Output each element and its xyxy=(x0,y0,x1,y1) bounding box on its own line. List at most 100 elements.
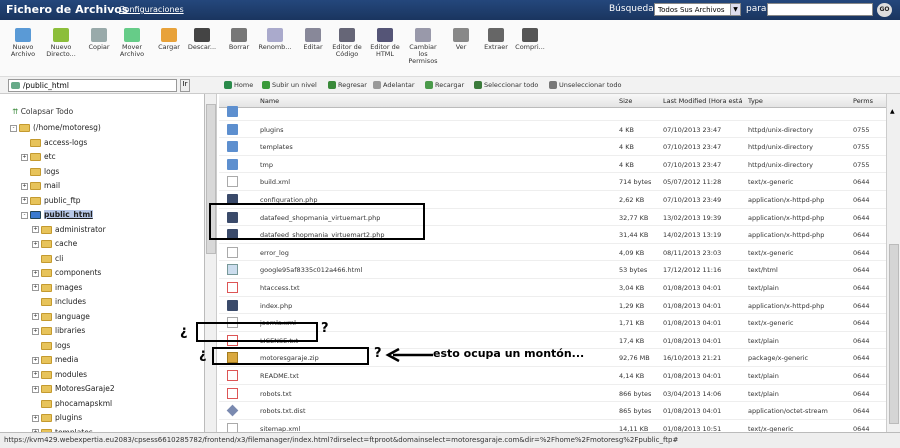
cell-name: robots.txt.dist xyxy=(260,407,306,416)
tree-item[interactable]: + administrator xyxy=(32,224,106,236)
tree-item[interactable]: includes xyxy=(32,296,86,308)
toolbar-button-delete[interactable]: Borrar xyxy=(220,28,258,51)
cell-size: 3,04 KB xyxy=(619,284,645,292)
toolbar-button-rename[interactable]: Renomb... xyxy=(256,28,294,51)
scroll-up-icon[interactable]: ▲ xyxy=(890,108,895,115)
expand-icon[interactable]: + xyxy=(32,284,39,291)
expand-icon[interactable]: + xyxy=(32,414,39,422)
tree-item[interactable]: + components xyxy=(32,267,101,279)
cell-perms: 0755 xyxy=(853,143,870,152)
table-row[interactable]: robots.txt.dist 865 bytes 01/08/2013 04:01… xyxy=(219,402,886,420)
cell-type: text/html xyxy=(748,266,778,275)
collapse-all-link[interactable]: ⇈ Colapsar Todo xyxy=(12,107,73,116)
table-row[interactable]: google95af8335c012a466.html 53 bytes 17/12… xyxy=(219,261,886,279)
cell-type: text/plain xyxy=(748,372,779,380)
expand-icon[interactable]: + xyxy=(32,313,39,320)
tree-item[interactable]: + public_ftp xyxy=(21,195,81,207)
toolbar-button-new-file[interactable]: Nuevo Archivo xyxy=(4,28,42,58)
tree-item[interactable]: phocamapskml xyxy=(32,398,112,410)
tree-item[interactable]: + language xyxy=(32,311,90,323)
table-row[interactable]: robots.txt 866 bytes 03/04/2013 14:06 text/… xyxy=(219,385,886,403)
table-row[interactable]: tmp 4 KB 07/10/2013 23:47 httpd/unix-direct… xyxy=(219,156,886,174)
cell-type: package/x-generic xyxy=(748,354,809,363)
path-go-button[interactable]: Ir xyxy=(180,79,190,92)
collapse-icon[interactable]: - xyxy=(21,211,28,219)
cell-perms: 0644 xyxy=(853,248,870,257)
tree-item[interactable]: + media xyxy=(32,354,78,366)
expand-icon[interactable]: + xyxy=(21,197,28,204)
expand-icon[interactable]: + xyxy=(32,269,39,277)
toolbar-button-compress[interactable]: Compri... xyxy=(511,28,549,51)
cell-modified: 07/10/2013 23:49 xyxy=(663,196,722,204)
table-row[interactable]: index.php 1,29 KB 01/08/2013 04:01 applicat… xyxy=(219,297,886,315)
folder-icon xyxy=(41,327,52,335)
table-row[interactable] xyxy=(219,103,886,121)
toolbar-button-edit[interactable]: Editar xyxy=(294,28,332,51)
config-link[interactable]: Configuraciones xyxy=(119,5,184,14)
tree-item[interactable]: cli xyxy=(32,253,63,265)
expand-icon[interactable]: + xyxy=(32,385,39,393)
cell-modified: 01/08/2013 04:01 xyxy=(663,284,722,292)
cell-type: application/x-httpd-php xyxy=(748,196,825,204)
file-scrollbar[interactable]: ▲ xyxy=(886,94,900,432)
toolbar-button-html-editor[interactable]: Editor de HTML xyxy=(366,28,404,58)
table-row[interactable]: templates 4 KB 07/10/2013 23:47 httpd/unix-… xyxy=(219,138,886,156)
tree-item[interactable]: + etc xyxy=(21,151,56,163)
tree-item[interactable]: + images xyxy=(32,282,82,294)
nav-unselect-all[interactable]: Unseleccionar todo xyxy=(549,81,621,89)
tree-item[interactable]: access-logs xyxy=(21,137,87,149)
toolbar-label: Nuevo Archivo xyxy=(10,43,36,58)
folder-icon xyxy=(41,341,52,350)
nav-select-all[interactable]: Seleccionar todo xyxy=(474,81,538,89)
ht-file-icon xyxy=(227,282,238,293)
tree-item[interactable]: - (/home/motoresg) xyxy=(10,122,101,134)
toolbar-button-download[interactable]: Descar... xyxy=(183,28,221,51)
tree-item[interactable]: + mail xyxy=(21,180,60,192)
permissions-icon xyxy=(415,28,431,42)
expand-icon[interactable]: + xyxy=(32,371,39,378)
tree-item[interactable]: - public_html xyxy=(21,209,93,221)
expand-icon[interactable]: + xyxy=(32,226,39,233)
tree-item[interactable]: logs xyxy=(32,340,70,352)
expand-icon[interactable]: + xyxy=(21,153,28,161)
expand-icon[interactable]: + xyxy=(32,356,39,364)
search-scope-select[interactable]: Todos Sus Archivos ▼ xyxy=(654,3,741,16)
nav-home[interactable]: Home xyxy=(224,81,253,89)
tree-item[interactable]: + libraries xyxy=(32,325,85,337)
tree-item[interactable]: + modules xyxy=(32,369,87,381)
go-button[interactable]: GO xyxy=(877,3,892,17)
toolbar-button-permissions[interactable]: Cambiar los Permisos xyxy=(404,28,442,65)
table-row[interactable]: sitemap.xml 14,11 KB 01/08/2013 10:51 text/… xyxy=(219,420,886,432)
toolbar-button-extract[interactable]: Extraer xyxy=(477,28,515,51)
toolbar-button-code-editor[interactable]: Editor de Código xyxy=(328,28,366,58)
tree-item[interactable]: + cache xyxy=(32,238,77,250)
expand-icon[interactable]: + xyxy=(21,182,28,190)
table-row[interactable]: build.xml 714 bytes 05/07/2012 11:28 text/x… xyxy=(219,173,886,191)
annotation-note: esto ocupa un montón... xyxy=(433,347,585,360)
toolbar-button-move[interactable]: Mover Archivo xyxy=(113,28,151,58)
tree-item[interactable]: + MotoresGaraje2 xyxy=(32,383,115,395)
nav-forward[interactable]: Adelantar xyxy=(373,81,415,89)
table-row[interactable]: plugins 4 KB 07/10/2013 23:47 httpd/unix-di… xyxy=(219,121,886,139)
path-input[interactable]: /public_html xyxy=(8,79,177,92)
toolbar-button-view[interactable]: Ver xyxy=(442,28,480,51)
table-row[interactable]: htaccess.txt 3,04 KB 01/08/2013 04:01 text/… xyxy=(219,279,886,297)
back-icon xyxy=(328,81,336,89)
select-all-icon xyxy=(474,81,482,89)
search-input[interactable] xyxy=(767,3,873,16)
tree-item[interactable]: + plugins xyxy=(32,412,82,424)
table-row[interactable]: error_log 4,09 KB 08/11/2013 23:03 text/x-g… xyxy=(219,244,886,262)
table-row[interactable]: joomla.xml 1,71 KB 01/08/2013 04:01 text/x-… xyxy=(219,314,886,332)
nav-back[interactable]: Regresar xyxy=(328,81,367,89)
tree-scrollbar[interactable] xyxy=(205,94,217,432)
toolbar-button-new-folder[interactable]: Nuevo Directo... xyxy=(42,28,80,58)
nav-up-level[interactable]: Subir un nivel xyxy=(262,81,317,89)
chevron-down-icon: ▼ xyxy=(730,4,740,15)
cell-type: text/plain xyxy=(748,284,779,292)
expand-icon[interactable]: + xyxy=(32,327,39,335)
collapse-icon[interactable]: - xyxy=(10,124,17,132)
expand-icon[interactable]: + xyxy=(32,240,39,248)
tree-item[interactable]: logs xyxy=(21,166,59,178)
table-row[interactable]: README.txt 4,14 KB 01/08/2013 04:01 text/pl… xyxy=(219,367,886,385)
nav-reload[interactable]: Recargar xyxy=(425,81,464,89)
